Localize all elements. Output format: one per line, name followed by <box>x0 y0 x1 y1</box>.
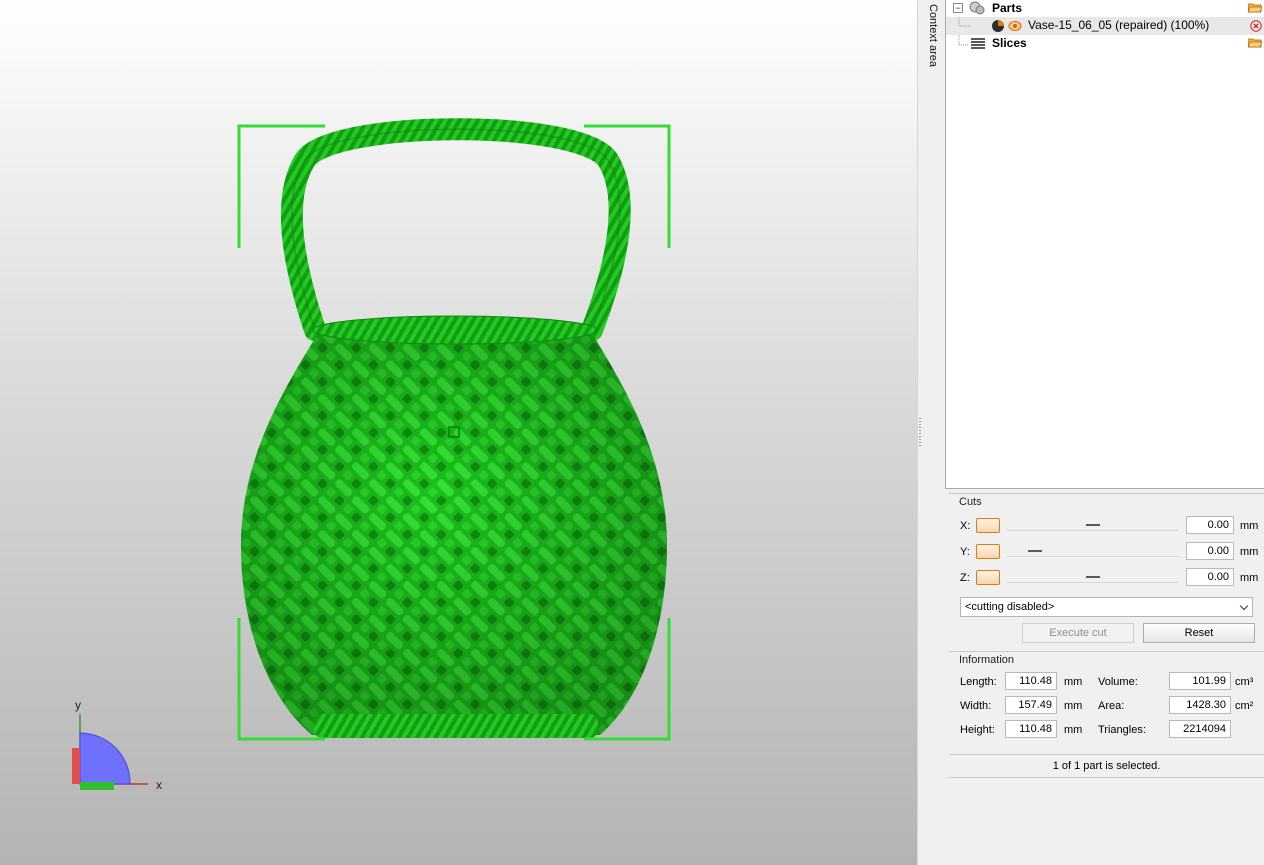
parts-icon <box>969 1 985 15</box>
cut-z-slider-handle[interactable] <box>1086 576 1100 578</box>
tree-item-parts[interactable]: − Parts <box>946 0 1264 18</box>
cut-axis-label: Y: <box>960 546 970 558</box>
cut-y-slider[interactable] <box>1007 556 1179 557</box>
volume-label: Volume: <box>1098 676 1138 688</box>
cut-row-y: Y: 0.00 mm <box>949 541 1264 563</box>
cut-y-slider-handle[interactable] <box>1028 550 1042 552</box>
axis-gizmo <box>72 714 148 790</box>
cut-unit: mm <box>1240 572 1259 584</box>
slices-icon <box>971 38 985 49</box>
area-unit: cm² <box>1235 700 1254 712</box>
collapse-icon[interactable]: − <box>953 3 963 13</box>
width-value: 157.49 <box>1005 696 1057 714</box>
area-value: 1428.30 <box>1169 696 1231 714</box>
tree-label-part: Vase-15_06_05 (repaired) (100%) <box>1028 18 1210 32</box>
cut-row-x: X: 0.00 mm <box>949 515 1264 537</box>
triangles-label: Triangles: <box>1098 724 1146 736</box>
vase-rim <box>312 315 598 345</box>
width-unit: mm <box>1064 700 1083 712</box>
volume-unit: cm³ <box>1235 676 1254 688</box>
vase-handle <box>280 118 631 341</box>
cut-x-slider-handle[interactable] <box>1086 524 1100 526</box>
length-unit: mm <box>1064 676 1083 688</box>
open-folder-icon[interactable] <box>1248 2 1262 13</box>
tree-label-parts: Parts <box>992 1 1023 15</box>
part-tree[interactable]: − Parts Vase-15_06_05 (repaired) (100%) <box>945 0 1264 489</box>
cut-x-slider[interactable] <box>1007 530 1179 531</box>
area-label: Area: <box>1098 700 1125 712</box>
cuts-title: Cuts <box>958 496 983 508</box>
cut-y-input[interactable]: 0.00 <box>1186 542 1234 560</box>
model-render[interactable]: y x <box>0 0 917 865</box>
tree-connector <box>958 17 972 27</box>
right-panel: − Parts Vase-15_06_05 (repaired) (100%) <box>945 0 1264 865</box>
width-label: Width: <box>960 700 992 712</box>
context-area-label: Context area <box>927 4 939 67</box>
cut-x-toggle-button[interactable] <box>976 518 1000 533</box>
information-group: Information Length: 110.48 mm Width: 157… <box>949 651 1264 746</box>
cut-z-input[interactable]: 0.00 <box>1186 568 1234 586</box>
triangles-value: 2214094 <box>1169 720 1231 738</box>
cutting-mode-value: <cutting disabled> <box>965 601 1055 613</box>
cut-y-toggle-button[interactable] <box>976 544 1000 559</box>
3d-viewport[interactable]: y x <box>0 0 917 865</box>
cut-row-z: Z: 0.00 mm <box>949 567 1264 589</box>
open-folder-icon[interactable] <box>1248 37 1262 48</box>
cuts-group: Cuts X: 0.00 mm Y: 0.00 mm Z: 0.00 mm <c <box>949 493 1264 649</box>
execute-cut-button[interactable]: Execute cut <box>1022 623 1134 643</box>
axis-label-y: y <box>75 698 81 712</box>
height-value: 110.48 <box>1005 720 1057 738</box>
cut-unit: mm <box>1240 520 1259 532</box>
selection-status: 1 of 1 part is selected. <box>949 754 1264 778</box>
cut-axis-label: X: <box>960 520 971 532</box>
part-mesh-icon <box>992 20 1004 32</box>
tree-item-part[interactable]: Vase-15_06_05 (repaired) (100%) <box>946 17 1264 35</box>
axis-label-x: x <box>156 778 162 792</box>
reset-button[interactable]: Reset <box>1143 623 1255 643</box>
context-area-tab[interactable]: Context area <box>923 0 946 865</box>
volume-value: 101.99 <box>1169 672 1231 690</box>
remove-part-icon[interactable] <box>1250 20 1262 32</box>
chevron-down-icon <box>1239 601 1249 611</box>
cut-z-toggle-button[interactable] <box>976 570 1000 585</box>
length-label: Length: <box>960 676 997 688</box>
splitter-grip[interactable] <box>919 418 921 446</box>
cut-axis-label: Z: <box>960 572 970 584</box>
cut-z-slider[interactable] <box>1007 582 1179 583</box>
tree-connector <box>958 35 969 46</box>
cut-unit: mm <box>1240 546 1259 558</box>
length-value: 110.48 <box>1005 672 1057 690</box>
information-title: Information <box>958 654 1016 666</box>
height-unit: mm <box>1064 724 1083 736</box>
tree-item-slices[interactable]: Slices <box>946 35 1264 53</box>
tree-label-slices: Slices <box>992 36 1027 50</box>
height-label: Height: <box>960 724 995 736</box>
cutting-mode-select[interactable]: <cutting disabled> <box>960 597 1253 617</box>
visibility-eye-icon[interactable] <box>1008 20 1022 32</box>
cut-x-input[interactable]: 0.00 <box>1186 516 1234 534</box>
